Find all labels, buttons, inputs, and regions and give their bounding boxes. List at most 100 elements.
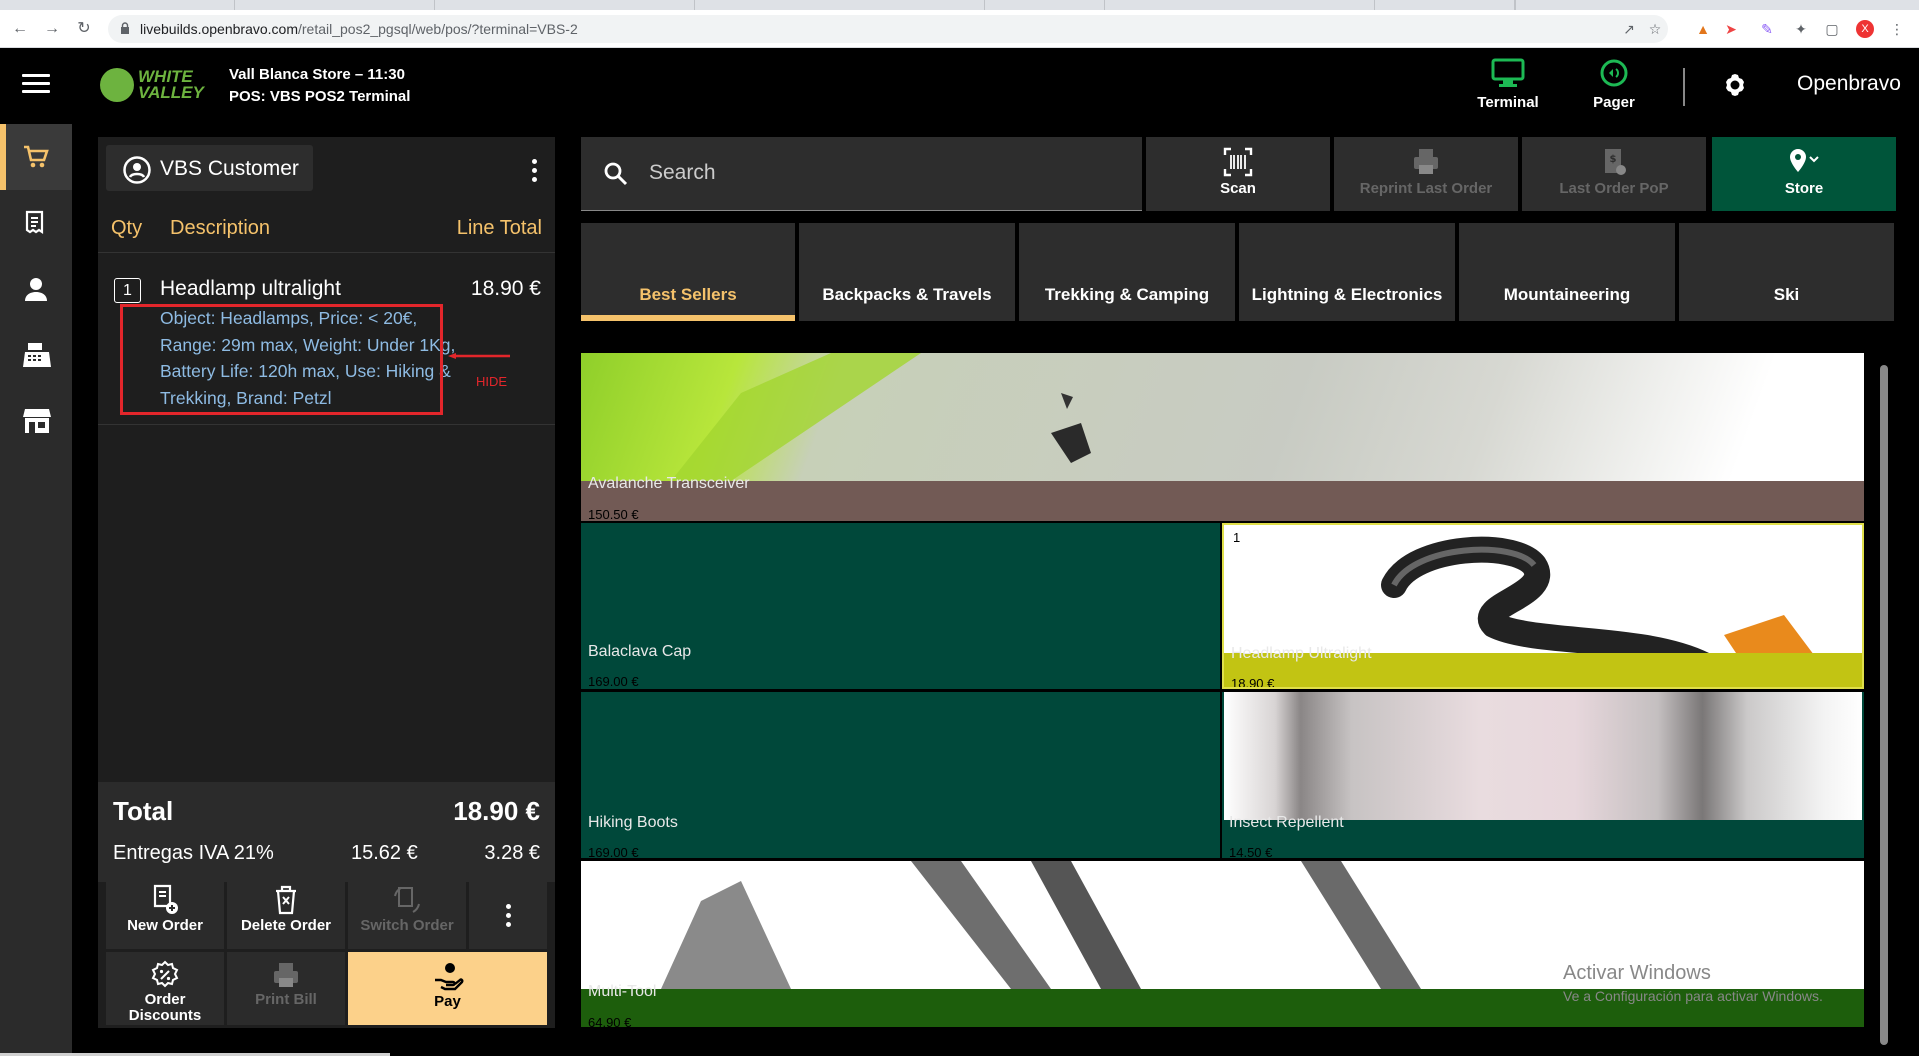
annotation-arrow-icon: [448, 353, 510, 359]
white-valley-logo: WHITE VALLEY: [100, 66, 210, 106]
product-name: Hiking Boots: [588, 814, 678, 831]
category-tab-mountaineering[interactable]: Mountaineering: [1459, 223, 1675, 321]
receipt-icon: [25, 210, 44, 235]
product-tile-headlamp-ultralight[interactable]: 1 Headlamp Ultralight 18.90 €: [1222, 523, 1864, 689]
pager-button[interactable]: Pager: [1564, 58, 1664, 114]
profile-avatar-icon[interactable]: X: [1856, 20, 1874, 38]
app-header: WHITE VALLEY Vall Blanca Store – 11:30 PO…: [0, 48, 1919, 124]
pos-terminal-name: POS: VBS POS2 Terminal: [229, 88, 411, 105]
cart-icon: [24, 145, 49, 168]
person-icon: [25, 278, 47, 301]
extension-icon[interactable]: ➤: [1722, 20, 1740, 38]
col-description: Description: [170, 217, 271, 239]
rail-item-receipts[interactable]: [0, 190, 72, 256]
category-tab-lightning-electronics[interactable]: Lightning & Electronics: [1239, 223, 1455, 321]
product-price: 18.90 €: [1231, 676, 1275, 689]
product-name: Avalanche Transceiver: [588, 475, 750, 492]
store-button[interactable]: Store: [1712, 137, 1896, 211]
product-tile-hiking-boots[interactable]: Hiking Boots 169.00 €: [581, 692, 1220, 858]
ticket-totals: Total 18.90 € Entregas IVA 21% 15.62 € 3…: [98, 782, 555, 882]
pager-icon: [1600, 59, 1628, 87]
product-price: 169.00 €: [588, 845, 639, 858]
url-path: /retail_pos2_pgsql/web/pos/?terminal=VBS…: [297, 21, 578, 37]
cash-register-icon: [23, 343, 51, 367]
rail-item-customer[interactable]: [0, 256, 72, 322]
line-product-name: Headlamp ultralight: [160, 277, 341, 300]
product-price: 150.50 €: [588, 507, 639, 521]
print-bill-button[interactable]: Print Bill: [227, 952, 345, 1025]
rail-item-store[interactable]: [0, 388, 72, 454]
line-qty: 1: [114, 278, 141, 303]
location-pin-icon: [1790, 149, 1819, 172]
discount-badge-icon: [151, 960, 179, 988]
pay-button[interactable]: Pay: [348, 952, 547, 1025]
trash-icon: [276, 885, 296, 915]
delete-order-button[interactable]: Delete Order: [227, 876, 345, 949]
address-bar[interactable]: livebuilds.openbravo.com/retail_pos2_pgs…: [108, 15, 1668, 43]
store-front-icon: [23, 409, 51, 433]
last-order-pop-button[interactable]: $ Last Order PoP: [1522, 137, 1706, 211]
order-discounts-button[interactable]: Order Discounts: [106, 952, 224, 1025]
metamask-extension-icon[interactable]: ▲: [1694, 20, 1712, 38]
windows-activation-subtitle: Ve a Configuración para activar Windows.: [1563, 988, 1823, 1004]
col-qty: Qty: [111, 217, 143, 239]
new-order-button[interactable]: New Order: [106, 876, 224, 949]
switch-order-button[interactable]: Switch Order: [348, 876, 466, 949]
browser-menu-icon[interactable]: ⋮: [1888, 20, 1906, 38]
extensions-puzzle-icon[interactable]: ✦: [1792, 20, 1810, 38]
gear-icon[interactable]: [1720, 70, 1750, 100]
reload-icon[interactable]: ↻: [74, 19, 94, 39]
product-search-input[interactable]: Search: [581, 137, 1142, 211]
product-tile-avalanche-transceiver[interactable]: Avalanche Transceiver 150.50 €: [581, 353, 1864, 521]
ticket-column-headers: Qty Description Line Total: [98, 213, 555, 253]
share-icon[interactable]: ↗: [1620, 20, 1638, 38]
product-tile-insect-repellent[interactable]: Insect Repellent 14.50 €: [1222, 692, 1864, 858]
product-price: 169.00 €: [588, 674, 639, 689]
svg-text:$: $: [1610, 154, 1617, 165]
customer-name: VBS Customer: [160, 157, 299, 180]
left-nav-rail: [0, 124, 72, 1056]
back-icon[interactable]: ←: [10, 19, 30, 39]
ticket-options-kebab-icon[interactable]: [530, 159, 538, 186]
browser-tab-strip: [0, 0, 1919, 10]
new-order-icon: [153, 884, 178, 914]
scan-button[interactable]: Scan: [1146, 137, 1330, 211]
product-image: [1224, 692, 1862, 820]
tax-amount: 3.28 €: [484, 842, 540, 864]
product-name: Insect Repellent: [1229, 814, 1344, 831]
total-label: Total: [113, 796, 174, 826]
category-tab-best-sellers[interactable]: Best Sellers: [581, 223, 795, 321]
category-tab-trekking-camping[interactable]: Trekking & Camping: [1019, 223, 1235, 321]
product-grid-scrollbar[interactable]: [1880, 365, 1888, 1045]
barcode-scan-icon: [1223, 147, 1253, 177]
product-tile-balaclava-cap[interactable]: Balaclava Cap 169.00 €: [581, 523, 1220, 689]
category-tab-backpacks-travels[interactable]: Backpacks & Travels: [799, 223, 1015, 321]
url-text: livebuilds.openbravo.com/retail_pos2_pgs…: [140, 21, 578, 37]
header-divider: [1683, 68, 1685, 106]
reprint-last-order-button[interactable]: Reprint Last Order: [1334, 137, 1518, 211]
side-panel-icon[interactable]: ▢: [1823, 20, 1841, 38]
product-price: 64.90 €: [588, 1015, 632, 1027]
account-circle-icon: [123, 156, 151, 184]
bookmark-star-icon[interactable]: ☆: [1646, 20, 1664, 38]
rail-item-cart[interactable]: [0, 124, 72, 190]
product-image: [1224, 525, 1862, 678]
more-actions-kebab-icon: [504, 904, 512, 931]
reprint-icon: [1414, 149, 1438, 174]
forward-icon[interactable]: →: [42, 19, 62, 39]
annotation-label: HIDE: [476, 374, 508, 389]
product-image: [581, 353, 1864, 481]
hamburger-menu-icon[interactable]: [22, 74, 50, 96]
product-price: 14.50 €: [1229, 845, 1273, 858]
pen-extension-icon[interactable]: ✎: [1758, 20, 1776, 38]
printer-icon: [274, 963, 298, 987]
rail-item-cash-register[interactable]: [0, 322, 72, 388]
store-name-time: Vall Blanca Store – 11:30: [229, 66, 405, 83]
search-icon: [604, 162, 628, 186]
more-actions-button[interactable]: [469, 876, 547, 949]
terminal-button[interactable]: Terminal: [1458, 58, 1558, 114]
customer-button[interactable]: VBS Customer: [106, 145, 313, 191]
pay-hand-coin-icon: [434, 963, 463, 991]
category-tab-ski[interactable]: Ski: [1679, 223, 1894, 321]
user-brand-label[interactable]: Openbravo: [1797, 72, 1901, 96]
